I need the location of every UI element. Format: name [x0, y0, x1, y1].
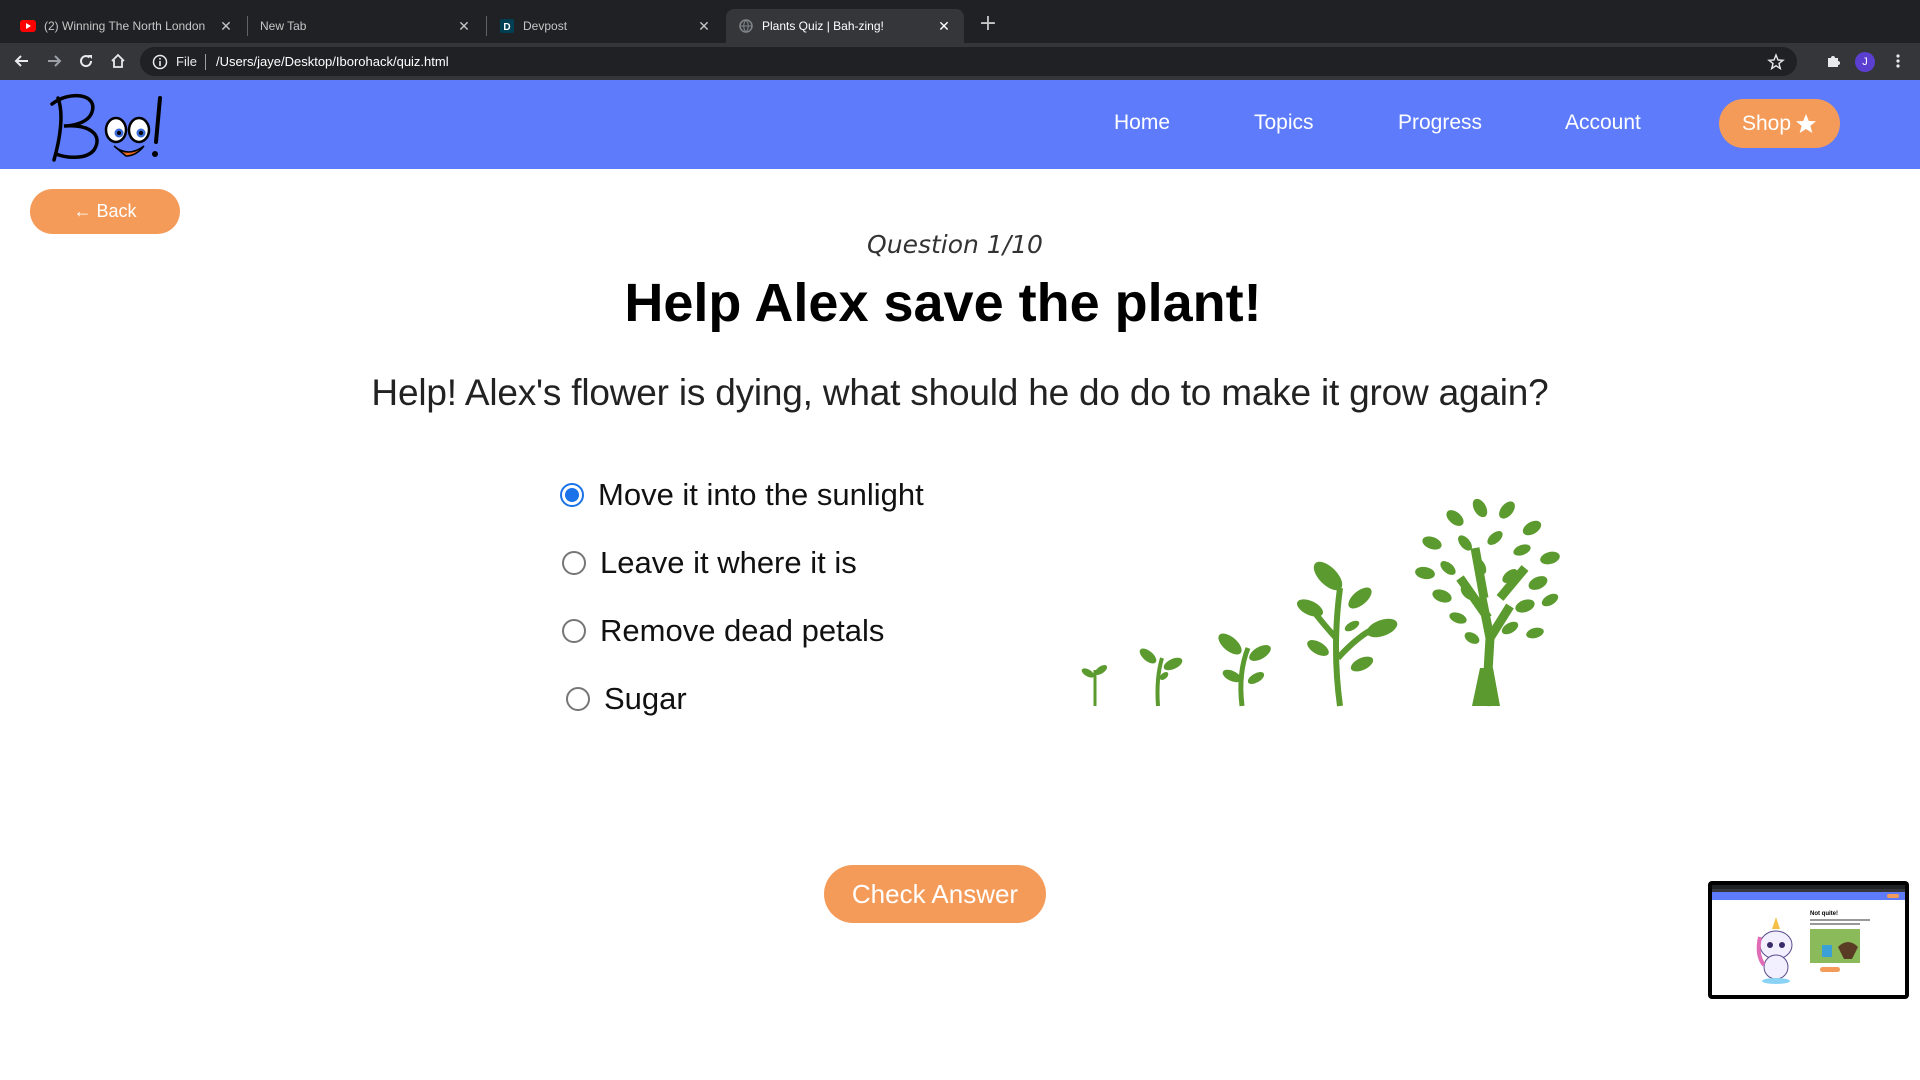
new-tab-button[interactable]: + — [976, 12, 1000, 36]
browser-toolbar: File /Users/jaye/Desktop/Iborohack/quiz.… — [0, 43, 1920, 80]
info-icon[interactable] — [152, 54, 168, 70]
reload-icon[interactable] — [74, 49, 98, 73]
answer-option[interactable]: Sugar — [566, 681, 687, 717]
option-label[interactable]: Sugar — [604, 681, 687, 717]
radio-button[interactable] — [566, 687, 590, 711]
answer-option[interactable]: Remove dead petals — [562, 613, 884, 649]
question-text: Help! Alex's flower is dying, what shoul… — [371, 372, 1549, 413]
profile-avatar[interactable]: J — [1855, 52, 1875, 72]
close-icon[interactable]: ✕ — [218, 18, 234, 34]
browser-tab-bar: (2) Winning The North London ✕ New Tab ✕… — [0, 0, 1920, 43]
home-icon[interactable] — [106, 49, 130, 73]
tab-title: New Tab — [260, 19, 307, 33]
star-icon — [1796, 113, 1817, 133]
address-bar[interactable]: File /Users/jaye/Desktop/Iborohack/quiz.… — [140, 47, 1797, 76]
preview-thumbnail: Not quite! — [1712, 885, 1905, 984]
shop-label: Shop — [1741, 111, 1792, 135]
question-number: Question 1/10 — [867, 230, 1043, 259]
check-answer-button[interactable]: Check Answer — [824, 865, 1046, 923]
nav-account[interactable]: Account — [1565, 111, 1641, 135]
browser-tab-devpost[interactable]: D Devpost ✕ — [487, 9, 724, 43]
preview-screen: Not quite! — [1712, 885, 1905, 995]
tab-title: Plants Quiz | Bah-zing! — [762, 19, 884, 33]
kebab-menu-icon[interactable] — [1886, 49, 1910, 73]
bookmark-star-icon[interactable] — [1767, 53, 1785, 71]
page-title: Help Alex save the plant! — [624, 273, 1262, 333]
radio-button[interactable] — [562, 551, 586, 575]
unicorn-illustration — [1756, 917, 1793, 984]
url-scheme: File — [176, 54, 197, 69]
browser-tab-active[interactable]: Plants Quiz | Bah-zing! ✕ — [726, 9, 964, 43]
browser-tab-youtube[interactable]: (2) Winning The North London ✕ — [8, 9, 246, 43]
url-text[interactable]: /Users/jaye/Desktop/Iborohack/quiz.html — [216, 54, 449, 69]
close-icon[interactable]: ✕ — [696, 18, 712, 34]
youtube-icon — [20, 18, 36, 34]
globe-icon — [738, 18, 754, 34]
forward-arrow-icon[interactable] — [42, 49, 66, 73]
nav-progress[interactable]: Progress — [1398, 111, 1482, 135]
site-header: Home Topics Progress Account Shop — [0, 80, 1920, 169]
tab-title: Devpost — [523, 19, 568, 33]
nav-topics[interactable]: Topics — [1254, 111, 1314, 135]
answer-option[interactable]: Move it into the sunlight — [560, 477, 924, 513]
radio-button[interactable] — [562, 619, 586, 643]
preview-heading: Not quite! — [1810, 911, 1838, 917]
svg-text:D: D — [503, 22, 510, 33]
radio-button-selected[interactable] — [560, 483, 584, 507]
devpost-icon: D — [499, 18, 515, 34]
shop-button[interactable]: Shop — [1719, 99, 1840, 148]
extensions-puzzle-icon[interactable] — [1821, 49, 1845, 73]
picture-in-picture-preview[interactable]: Not quite! — [1708, 881, 1909, 999]
answer-option[interactable]: Leave it where it is — [562, 545, 857, 581]
url-divider — [204, 53, 206, 70]
option-label[interactable]: Remove dead petals — [600, 613, 884, 649]
close-icon[interactable]: ✕ — [936, 18, 952, 34]
tab-title: (2) Winning The North London — [44, 19, 206, 33]
back-button[interactable]: ← Back — [30, 189, 180, 234]
nav-home[interactable]: Home — [1114, 111, 1170, 135]
option-label[interactable]: Move it into the sunlight — [598, 477, 924, 513]
plant-growth-illustration — [1081, 498, 1560, 707]
site-logo[interactable] — [40, 84, 170, 166]
back-arrow-icon[interactable] — [10, 49, 34, 73]
close-icon[interactable]: ✕ — [456, 18, 472, 34]
browser-tab-newtab[interactable]: New Tab ✕ — [248, 9, 484, 43]
option-label[interactable]: Leave it where it is — [600, 545, 857, 581]
